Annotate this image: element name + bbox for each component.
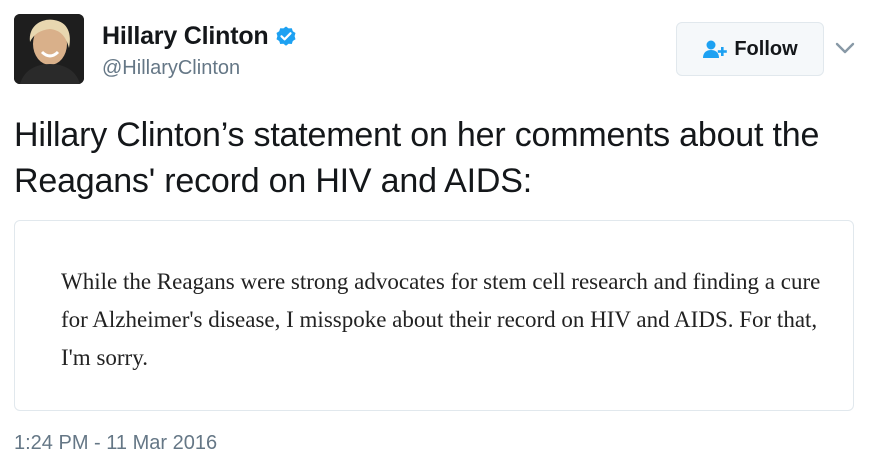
profile-photo-icon (14, 14, 84, 84)
tweet-timestamp[interactable]: 1:24 PM - 11 Mar 2016 (14, 432, 217, 455)
display-name[interactable]: Hillary Clinton (102, 22, 269, 51)
chevron-down-icon[interactable] (834, 38, 856, 58)
statement-image[interactable]: While the Reagans were strong advocates … (14, 220, 854, 411)
verified-badge-icon (276, 26, 296, 46)
add-user-icon (703, 40, 728, 58)
statement-text: While the Reagans were strong advocates … (61, 269, 821, 370)
follow-button[interactable]: Follow (676, 22, 824, 76)
follow-label: Follow (734, 37, 798, 60)
tweet-text: Hillary Clinton’s statement on her comme… (14, 116, 820, 200)
user-handle[interactable]: @HillaryClinton (102, 57, 240, 80)
avatar[interactable] (14, 14, 84, 84)
